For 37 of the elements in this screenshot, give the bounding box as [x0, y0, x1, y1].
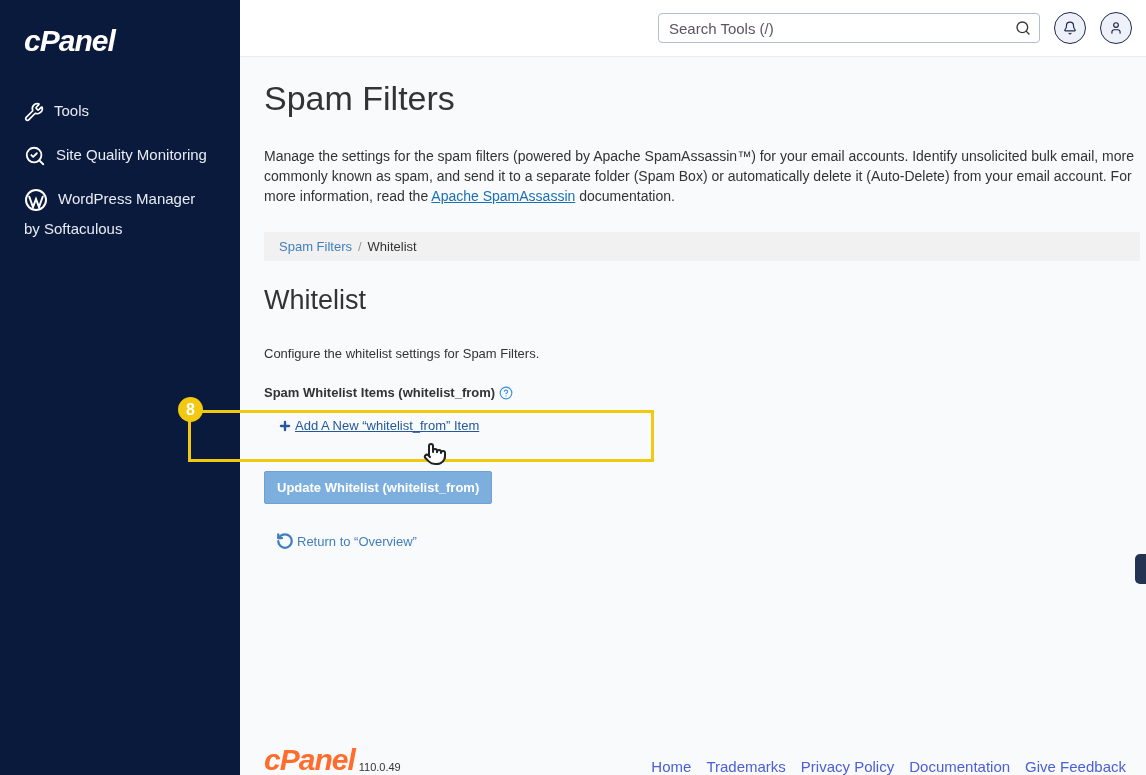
breadcrumb-separator: / — [357, 239, 362, 254]
search-icon — [1015, 20, 1031, 36]
side-tab[interactable] — [1135, 554, 1146, 584]
cpanel-logo: cPanel — [24, 26, 117, 56]
footer-link[interactable]: Privacy Policy — [800, 758, 895, 775]
tools-icon — [24, 102, 44, 123]
section-title: Whitelist — [264, 285, 366, 316]
undo-arrow-icon — [276, 532, 294, 550]
footer-link[interactable]: Trademarks — [706, 758, 786, 775]
plus-icon — [278, 418, 292, 433]
breadcrumb-current: Whitelist — [367, 239, 417, 254]
page-title: Spam Filters — [264, 79, 455, 118]
add-item-link[interactable]: Add A New “whitelist_from” Item — [278, 418, 480, 433]
spamassassin-link[interactable]: Apache SpamAssassin — [431, 188, 576, 204]
footer-link[interactable]: Documentation — [909, 758, 1011, 775]
sidebar-item[interactable]: Site Quality Monitoring — [24, 140, 209, 170]
breadcrumb-link[interactable]: Spam Filters — [279, 239, 352, 254]
cpanel-logo: cPanel — [264, 745, 355, 775]
hand-cursor-icon — [423, 442, 447, 466]
search-field[interactable]: Search Tools (/) — [667, 18, 1015, 38]
sidebar-item[interactable]: WordPress Manager by Softaculous — [24, 184, 209, 244]
magnifier-check-icon — [24, 145, 46, 168]
version-text: 110.0.49 — [358, 761, 401, 773]
return-link[interactable]: Return to “Overview” — [276, 532, 417, 550]
bell-icon — [1063, 21, 1077, 35]
user-icon — [1109, 21, 1123, 35]
wordpress-icon — [24, 188, 48, 213]
footer-link[interactable]: Home — [651, 758, 692, 775]
section-description: Configure the whitelist settings for Spam Filters. — [264, 346, 540, 361]
help-icon[interactable] — [499, 385, 514, 400]
items-label: Spam Whitelist Items (whitelist_from) — [264, 385, 496, 400]
search-box[interactable]: Search Tools (/) — [658, 13, 1040, 43]
user-button[interactable] — [1100, 12, 1132, 44]
page-description: Manage the settings for the spam filters (powered by Apache SpamAssassin™) for your email accounts. Identify unsolicited bulk email, more commonly known as spam, and send it to a separate folder (Spam Box) or automatically delete it (Auto-Delete) from your email account. For more information, read the Apache SpamAssassin documentation. — [264, 147, 1135, 206]
sidebar-item[interactable]: Tools — [24, 96, 209, 126]
notifications-button[interactable] — [1054, 12, 1086, 44]
footer-link[interactable]: Give Feedback — [1025, 758, 1126, 775]
